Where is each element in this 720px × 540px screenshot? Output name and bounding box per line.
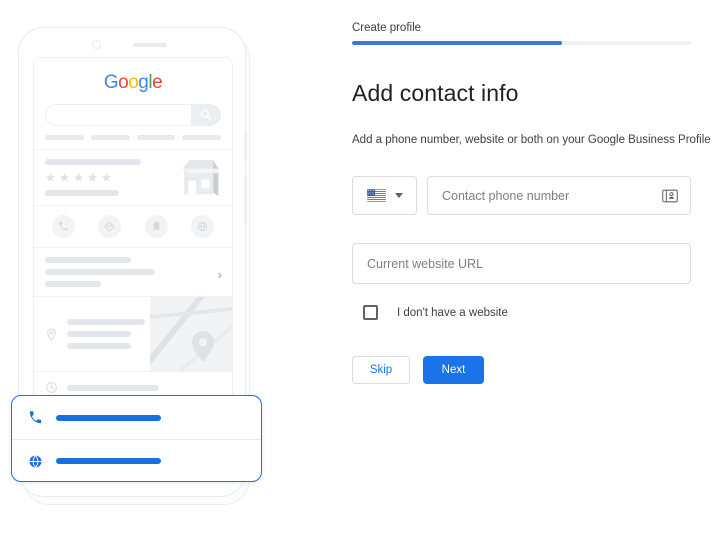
wizard-step-label: Create profile <box>352 22 422 34</box>
google-logo-letter: e <box>152 72 163 93</box>
bookmark-icon <box>153 222 159 231</box>
placeholder-chip <box>182 135 221 140</box>
info-line-placeholder <box>45 257 131 263</box>
business-info-rows: › <box>34 247 232 296</box>
search-icon <box>200 109 212 121</box>
google-logo-letter: g <box>138 72 149 93</box>
action-call <box>51 215 75 238</box>
google-logo-letter: o <box>128 72 139 93</box>
phone-power-button <box>244 176 247 224</box>
google-logo: Google <box>34 72 232 94</box>
star-icon <box>59 172 70 182</box>
address-line-placeholder <box>67 331 131 337</box>
chevron-down-icon <box>394 193 403 198</box>
phone-camera-icon <box>92 40 101 49</box>
page-title: Add contact info <box>352 80 519 106</box>
next-button[interactable]: Next <box>423 356 484 384</box>
star-icon <box>87 172 98 182</box>
wizard-progress-fill <box>352 41 563 45</box>
star-icon <box>101 172 112 182</box>
info-line-placeholder <box>45 269 155 275</box>
website-url-placeholder-bar <box>56 458 161 464</box>
phone-chip-row <box>45 135 221 140</box>
info-line-placeholder <box>45 281 101 287</box>
no-website-checkbox-label: I don't have a website <box>397 306 508 319</box>
country-code-selector[interactable] <box>352 176 417 215</box>
no-website-checkbox-row[interactable]: I don't have a website <box>352 305 508 320</box>
phone-illustration: Google › <box>0 0 300 540</box>
phone-icon <box>59 221 68 231</box>
google-logo-letter: o <box>118 72 129 93</box>
star-icon <box>73 172 84 182</box>
phone-volume-button <box>244 133 247 161</box>
location-text-group <box>34 319 152 349</box>
page-description: Add a phone number, website or both on y… <box>352 134 711 146</box>
placeholder-chip <box>90 135 130 140</box>
callout-row-phone <box>12 396 261 439</box>
callout-row-website <box>12 439 261 482</box>
placeholder-chip <box>136 135 176 140</box>
storefront-icon <box>179 158 220 203</box>
website-url-input[interactable] <box>352 243 691 284</box>
us-flag-icon <box>366 189 386 202</box>
phone-number-placeholder-bar <box>56 414 161 421</box>
phone-search-button <box>191 104 221 126</box>
contacts-icon[interactable] <box>662 189 678 203</box>
create-profile-form: Create profile Add contact info Add a ph… <box>352 0 720 540</box>
directions-icon <box>104 221 115 232</box>
map-thumbnail <box>150 297 232 371</box>
business-name-placeholder <box>45 159 141 165</box>
phone-speaker <box>133 43 167 47</box>
phone-icon <box>29 411 42 424</box>
no-website-checkbox[interactable] <box>363 305 378 320</box>
location-pin-icon <box>47 328 56 341</box>
business-location-block <box>34 296 232 371</box>
contact-phone-input[interactable] <box>428 177 662 214</box>
action-website <box>191 215 215 238</box>
address-line-placeholder <box>67 319 145 325</box>
business-summary-card <box>34 149 232 205</box>
website-globe-icon <box>198 221 208 232</box>
chevron-right-icon: › <box>217 267 222 282</box>
phone-screen: Google › <box>33 57 233 397</box>
business-meta-placeholder <box>45 190 119 196</box>
address-line-placeholder <box>67 343 131 349</box>
action-directions <box>98 215 122 238</box>
contact-info-callout <box>11 395 262 482</box>
business-action-row <box>34 205 232 247</box>
star-icon <box>45 172 56 182</box>
action-save <box>144 215 168 238</box>
google-logo-letter: G <box>103 72 119 93</box>
business-hours-block <box>34 371 232 396</box>
hours-line-placeholder <box>67 384 159 391</box>
form-action-buttons: Skip Next <box>352 356 484 384</box>
website-globe-icon <box>29 454 42 468</box>
phone-search-bar <box>45 104 221 126</box>
skip-button[interactable]: Skip <box>352 356 410 384</box>
contact-phone-field[interactable] <box>427 176 691 215</box>
wizard-progress-bar <box>352 41 691 45</box>
clock-icon <box>46 382 57 393</box>
placeholder-chip <box>45 135 84 140</box>
